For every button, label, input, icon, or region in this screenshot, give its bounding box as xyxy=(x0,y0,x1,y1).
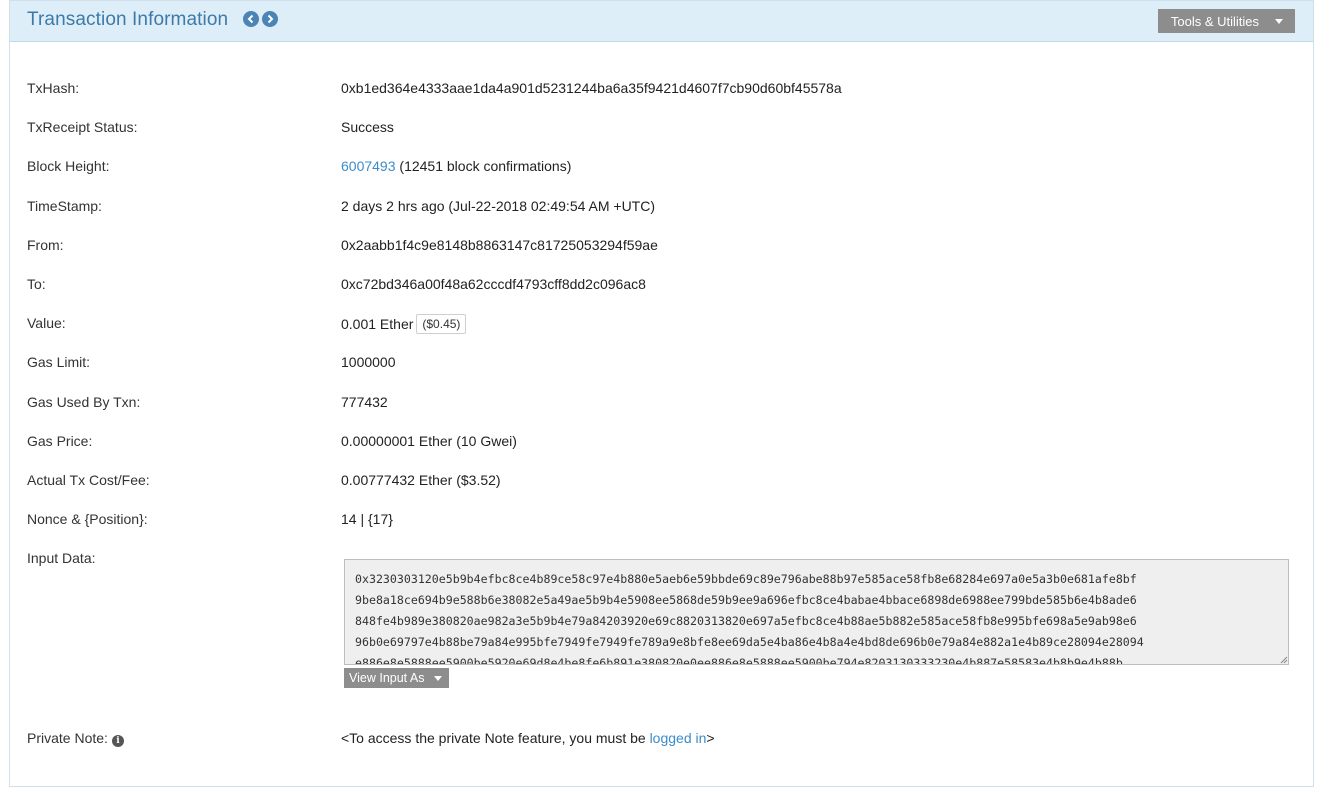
view-input-as-label: View Input As xyxy=(349,671,425,685)
row-to: To: 0xc72bd346a00f48a62cccdf4793cff8dd2c… xyxy=(10,276,1313,296)
private-note-prefix: <To access the private Note feature, you… xyxy=(341,730,650,746)
row-fee: Actual Tx Cost/Fee: 0.00777432 Ether ($3… xyxy=(10,472,1313,492)
logged-in-link[interactable]: logged in xyxy=(650,730,707,746)
value-ether: 0.001 Ether xyxy=(341,316,414,332)
gas-price-label: Gas Price: xyxy=(27,433,93,449)
input-data-line: 96b0e69797e4b88be79a84e995bfe7949fe7949f… xyxy=(355,635,1144,649)
gas-limit-value: 1000000 xyxy=(341,354,396,370)
gas-used-value: 777432 xyxy=(341,394,388,410)
timestamp-label: TimeStamp: xyxy=(27,198,102,214)
caret-down-icon xyxy=(433,675,442,681)
block-number-link[interactable]: 6007493 xyxy=(341,158,396,174)
from-label: From: xyxy=(27,237,64,253)
input-data-label: Input Data: xyxy=(27,550,96,566)
chevron-right-icon[interactable] xyxy=(262,11,278,27)
view-input-as-button[interactable]: View Input As xyxy=(344,668,449,688)
private-note-label: Private Note: xyxy=(27,730,108,746)
row-gas-limit: Gas Limit: 1000000 xyxy=(10,354,1313,374)
row-private-note: Private Note: i <To access the private No… xyxy=(10,730,1313,750)
status-label: TxReceipt Status: xyxy=(27,119,138,135)
row-from: From: 0x2aabb1f4c9e8148b8863147c81725053… xyxy=(10,237,1313,257)
timestamp-value: 2 days 2 hrs ago (Jul-22-2018 02:49:54 A… xyxy=(341,198,656,214)
value-usd-badge: ($0.45) xyxy=(416,314,467,334)
gas-used-label: Gas Used By Txn: xyxy=(27,394,141,410)
to-address-link[interactable]: 0xc72bd346a00f48a62cccdf4793cff8dd2c096a… xyxy=(341,276,646,292)
row-block-height: Block Height: 6007493 (12451 block confi… xyxy=(10,158,1313,178)
txhash-label: TxHash: xyxy=(27,80,80,96)
block-height-value: 6007493 (12451 block confirmations) xyxy=(341,158,571,174)
nonce-label: Nonce & {Position}: xyxy=(27,511,148,527)
panel-header: Transaction Information Tools & Utilitie… xyxy=(10,1,1313,42)
info-icon[interactable]: i xyxy=(111,735,124,747)
private-note-label-wrap: Private Note: i xyxy=(27,730,124,747)
gas-limit-label: Gas Limit: xyxy=(27,354,91,370)
input-data-line: 9be8a18ce694b9e588b6e38082e5a49ae5b9b4e5… xyxy=(355,593,1137,607)
row-gas-used: Gas Used By Txn: 777432 xyxy=(10,394,1313,414)
row-value: Value: 0.001 Ether ($0.45) xyxy=(10,314,1313,335)
block-confirmations: (12451 block confirmations) xyxy=(395,158,572,174)
txhash-value: 0xb1ed364e4333aae1da4a901d5231244ba6a35f… xyxy=(341,80,842,96)
row-txhash: TxHash: 0xb1ed364e4333aae1da4a901d523124… xyxy=(10,80,1313,100)
value-label: Value: xyxy=(27,315,66,331)
caret-down-icon xyxy=(1275,18,1283,24)
resize-grip-icon[interactable] xyxy=(1279,655,1288,664)
chevron-left-icon[interactable] xyxy=(243,11,259,27)
input-data-line: e886e8e5888ee5900be5920e69d8e4be8fe6b891… xyxy=(355,656,1123,665)
transaction-panel: Transaction Information Tools & Utilitie… xyxy=(9,0,1314,787)
value-amount: 0.001 Ether ($0.45) xyxy=(341,314,467,335)
tx-navigation xyxy=(243,11,278,27)
gas-price-value: 0.00000001 Ether (10 Gwei) xyxy=(341,433,517,449)
input-data-line: 848fe4b989e380820ae982a3e5b9b4e79a842039… xyxy=(355,614,1137,628)
page-title: Transaction Information xyxy=(27,9,229,30)
status-value: Success xyxy=(341,119,394,135)
private-note-suffix: > xyxy=(706,730,715,746)
input-data-textarea[interactable]: 0x3230303120e5b9b4efbc8ce4b89ce58c97e4b8… xyxy=(344,559,1289,665)
from-address-link[interactable]: 0x2aabb1f4c9e8148b8863147c81725053294f59… xyxy=(341,237,658,253)
block-height-label: Block Height: xyxy=(27,158,110,174)
row-gas-price: Gas Price: 0.00000001 Ether (10 Gwei) xyxy=(10,433,1313,453)
tools-utilities-label: Tools & Utilities xyxy=(1170,13,1259,29)
input-data-line: 0x3230303120e5b9b4efbc8ce4b89ce58c97e4b8… xyxy=(355,572,1137,586)
row-nonce: Nonce & {Position}: 14 | {17} xyxy=(10,511,1313,531)
nonce-value: 14 | {17} xyxy=(341,511,393,527)
row-timestamp: TimeStamp: 2 days 2 hrs ago (Jul-22-2018… xyxy=(10,198,1313,218)
tools-utilities-button[interactable]: Tools & Utilities xyxy=(1157,9,1295,33)
private-note-message: <To access the private Note feature, you… xyxy=(341,730,715,746)
row-status: TxReceipt Status: Success xyxy=(10,119,1313,139)
fee-label: Actual Tx Cost/Fee: xyxy=(27,472,150,488)
to-label: To: xyxy=(27,276,46,292)
fee-value: 0.00777432 Ether ($3.52) xyxy=(341,472,501,488)
